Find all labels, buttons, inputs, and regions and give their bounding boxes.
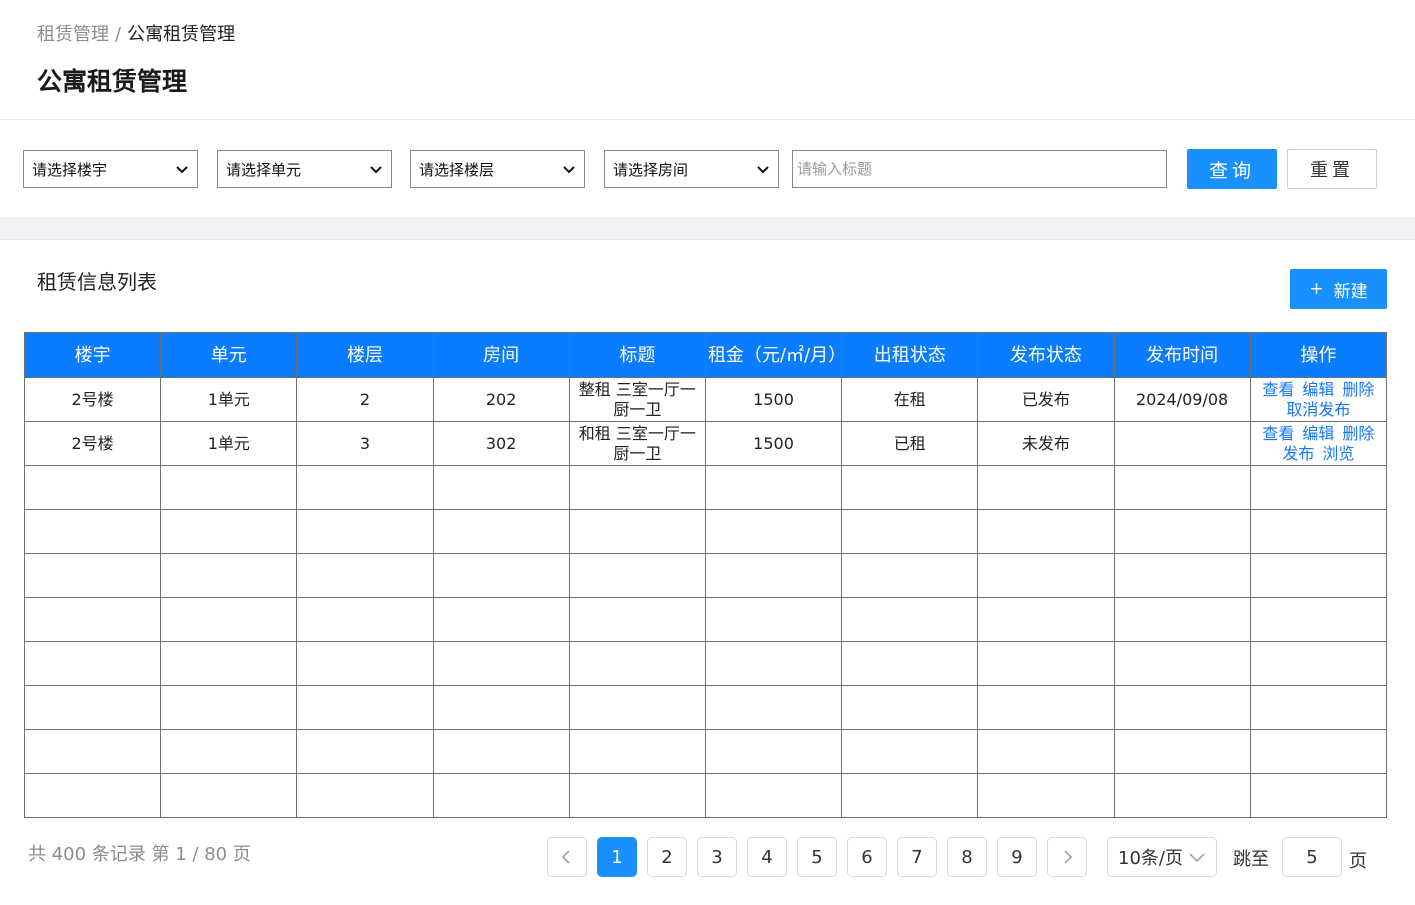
table-row-empty (23, 773, 1388, 818)
chevron-down-icon (1189, 853, 1205, 863)
jump-label: 跳至 (1233, 849, 1269, 870)
column-header: 租金（元/㎡/月） (704, 332, 846, 378)
cell-actions: 查看 编辑 删除 发布 浏览 (1249, 421, 1388, 466)
next-page-button[interactable] (1047, 837, 1087, 877)
unit-select[interactable]: 请选择单元 (217, 150, 392, 188)
page-title: 公寓租赁管理 (37, 67, 188, 96)
page-button-1[interactable]: 1 (597, 837, 637, 877)
query-button[interactable]: 查询 (1187, 149, 1277, 189)
publish-link[interactable]: 发布 (1282, 444, 1314, 463)
room-select[interactable]: 请选择房间 (604, 150, 779, 188)
chevron-left-icon (561, 850, 570, 864)
page-size-select[interactable]: 10条/页 (1107, 837, 1217, 877)
page-button-2[interactable]: 2 (647, 837, 687, 877)
floor-select[interactable]: 请选择楼层 (410, 150, 585, 188)
cell-rent-status: 已租 (841, 421, 979, 466)
new-button-label: 新建 (1333, 281, 1368, 302)
cell-room: 302 (432, 421, 570, 466)
jump-page-input[interactable]: 5 (1282, 837, 1342, 877)
chevron-down-icon (370, 166, 382, 174)
breadcrumb-current: 公寓租赁管理 (127, 24, 236, 45)
table-header-row: 楼宇 单元 楼层 房间 标题 租金（元/㎡/月） 出租状态 发布状态 发布时间 … (23, 332, 1388, 378)
table-row-empty (23, 553, 1388, 598)
cell-unit: 1单元 (160, 377, 298, 422)
column-header: 出租状态 (841, 332, 979, 378)
delete-link[interactable]: 删除 (1342, 380, 1374, 399)
page-button-6[interactable]: 6 (847, 837, 887, 877)
delete-link[interactable]: 删除 (1342, 424, 1374, 443)
page-button-8[interactable]: 8 (947, 837, 987, 877)
section-divider (0, 218, 1415, 240)
page-button-5[interactable]: 5 (797, 837, 837, 877)
column-header: 标题 (568, 332, 706, 378)
edit-link[interactable]: 编辑 (1302, 380, 1334, 399)
table-row-empty (23, 729, 1388, 774)
table-row: 2号楼 1单元 2 202 整租 三室一厅一厨一卫 1500 在租 已发布 20… (23, 377, 1388, 422)
page-button-9[interactable]: 9 (997, 837, 1037, 877)
reset-button[interactable]: 重置 (1287, 149, 1377, 189)
record-info: 共 400 条记录 第 1 / 80 页 (28, 844, 251, 865)
unpublish-link[interactable]: 取消发布 (1286, 400, 1350, 419)
view-link[interactable]: 查看 (1262, 380, 1294, 399)
new-button[interactable]: + 新建 (1290, 269, 1387, 309)
edit-link[interactable]: 编辑 (1302, 424, 1334, 443)
breadcrumb-separator: / (115, 24, 122, 45)
cell-building: 2号楼 (23, 377, 162, 422)
cell-rent: 1500 (704, 421, 843, 466)
floor-select-value: 请选择楼层 (419, 160, 495, 179)
prev-page-button[interactable] (547, 837, 587, 877)
table-row-empty (23, 465, 1388, 510)
cell-room: 202 (432, 377, 570, 422)
cell-rent-status: 在租 (841, 377, 979, 422)
building-select-value: 请选择楼宇 (32, 160, 108, 179)
cell-publish-time: 2024/09/08 (1113, 377, 1251, 422)
cell-title: 和租 三室一厅一厨一卫 (568, 421, 706, 466)
jump-suffix: 页 (1349, 851, 1367, 872)
cell-actions: 查看 编辑 删除 取消发布 (1249, 377, 1388, 422)
column-header: 发布时间 (1113, 332, 1251, 378)
cell-floor: 2 (296, 377, 434, 422)
list-title: 租赁信息列表 (37, 270, 157, 294)
cell-floor: 3 (296, 421, 434, 466)
cell-publish-status: 未发布 (977, 421, 1115, 466)
title-search-input[interactable] (792, 150, 1167, 188)
table-row-empty (23, 685, 1388, 730)
column-header: 发布状态 (977, 332, 1115, 378)
chevron-right-icon (1064, 850, 1073, 864)
breadcrumb: 租赁管理 / 公寓租赁管理 (37, 20, 235, 46)
cell-unit: 1单元 (160, 421, 298, 466)
room-select-value: 请选择房间 (613, 160, 689, 179)
chevron-down-icon (563, 166, 575, 174)
cell-title: 整租 三室一厅一厨一卫 (568, 377, 706, 422)
cell-rent: 1500 (704, 377, 843, 422)
browse-link[interactable]: 浏览 (1322, 444, 1354, 463)
table-row-empty (23, 641, 1388, 686)
cell-publish-status: 已发布 (977, 377, 1115, 422)
page-button-3[interactable]: 3 (697, 837, 737, 877)
table-row: 2号楼 1单元 3 302 和租 三室一厅一厨一卫 1500 已租 未发布 查看… (23, 421, 1388, 466)
plus-icon: + (1309, 279, 1324, 299)
header-divider (0, 119, 1415, 120)
column-header: 单元 (160, 332, 298, 378)
cell-publish-time (1113, 421, 1251, 466)
view-link[interactable]: 查看 (1262, 424, 1294, 443)
table-row-empty (23, 597, 1388, 642)
page-button-4[interactable]: 4 (747, 837, 787, 877)
column-header: 房间 (432, 332, 570, 378)
column-header: 楼宇 (23, 332, 162, 378)
table-row-empty (23, 509, 1388, 554)
rental-table: 楼宇 单元 楼层 房间 标题 租金（元/㎡/月） 出租状态 发布状态 发布时间 … (23, 332, 1388, 818)
column-header: 操作 (1249, 332, 1388, 378)
cell-building: 2号楼 (23, 421, 162, 466)
page-button-7[interactable]: 7 (897, 837, 937, 877)
page-size-value: 10条/页 (1118, 848, 1183, 869)
unit-select-value: 请选择单元 (226, 160, 302, 179)
chevron-down-icon (176, 166, 188, 174)
column-header: 楼层 (296, 332, 434, 378)
building-select[interactable]: 请选择楼宇 (23, 150, 198, 188)
chevron-down-icon (757, 166, 769, 174)
breadcrumb-parent[interactable]: 租赁管理 (37, 24, 109, 45)
